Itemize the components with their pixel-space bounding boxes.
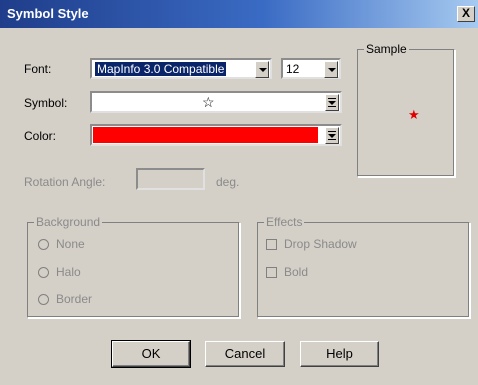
background-title: Background bbox=[34, 215, 103, 229]
chevron-down-icon bbox=[328, 68, 336, 72]
effects-title: Effects bbox=[264, 215, 305, 229]
color-dropdown-button[interactable] bbox=[325, 127, 339, 144]
radio-border-label: Border bbox=[56, 292, 93, 306]
font-select-value: MapInfo 3.0 Compatible bbox=[95, 62, 227, 76]
radio-halo[interactable] bbox=[38, 267, 49, 278]
size-dropdown-button[interactable] bbox=[324, 61, 338, 78]
ok-button[interactable]: OK bbox=[111, 340, 191, 368]
symbol-dropdown-button[interactable] bbox=[325, 94, 339, 111]
color-select[interactable] bbox=[90, 124, 342, 146]
title-bar: Symbol Style X bbox=[0, 0, 478, 28]
bold-checkbox[interactable] bbox=[266, 267, 277, 278]
symbol-select[interactable]: ☆ bbox=[90, 91, 342, 113]
chevron-down-icon bbox=[259, 68, 267, 72]
color-swatch bbox=[93, 127, 318, 143]
help-button[interactable]: Help bbox=[300, 341, 379, 367]
radio-none[interactable] bbox=[38, 239, 49, 250]
drop-shadow-label: Drop Shadow bbox=[284, 237, 357, 251]
radio-border[interactable] bbox=[38, 294, 49, 305]
dropdown-arrow-icon bbox=[328, 98, 336, 107]
star-icon: ☆ bbox=[202, 94, 215, 110]
rotation-label: Rotation Angle: bbox=[24, 175, 106, 189]
rotation-angle-input[interactable] bbox=[136, 168, 205, 190]
sample-star-icon: ★ bbox=[408, 107, 420, 122]
bold-label: Bold bbox=[284, 265, 309, 279]
cancel-button[interactable]: Cancel bbox=[205, 341, 285, 367]
radio-halo-label: Halo bbox=[56, 265, 81, 279]
color-label: Color: bbox=[24, 129, 57, 143]
window-title: Symbol Style bbox=[7, 6, 89, 21]
font-dropdown-button[interactable] bbox=[255, 61, 269, 78]
drop-shadow-checkbox[interactable] bbox=[266, 239, 277, 250]
font-size-select[interactable]: 12 bbox=[281, 58, 341, 79]
effects-group: Effects Drop Shadow Bold bbox=[257, 215, 470, 318]
font-size-value: 12 bbox=[286, 62, 300, 76]
font-label: Font: bbox=[24, 62, 52, 76]
sample-title: Sample bbox=[364, 42, 409, 56]
font-select[interactable]: MapInfo 3.0 Compatible bbox=[90, 58, 272, 79]
symbol-label: Symbol: bbox=[24, 96, 68, 110]
dropdown-arrow-icon bbox=[328, 131, 336, 140]
close-button[interactable]: X bbox=[457, 6, 475, 22]
rotation-unit: deg. bbox=[216, 175, 240, 189]
background-group: Background None Halo Border bbox=[27, 215, 240, 318]
sample-group: Sample ★ bbox=[357, 42, 455, 177]
radio-none-label: None bbox=[56, 237, 85, 251]
